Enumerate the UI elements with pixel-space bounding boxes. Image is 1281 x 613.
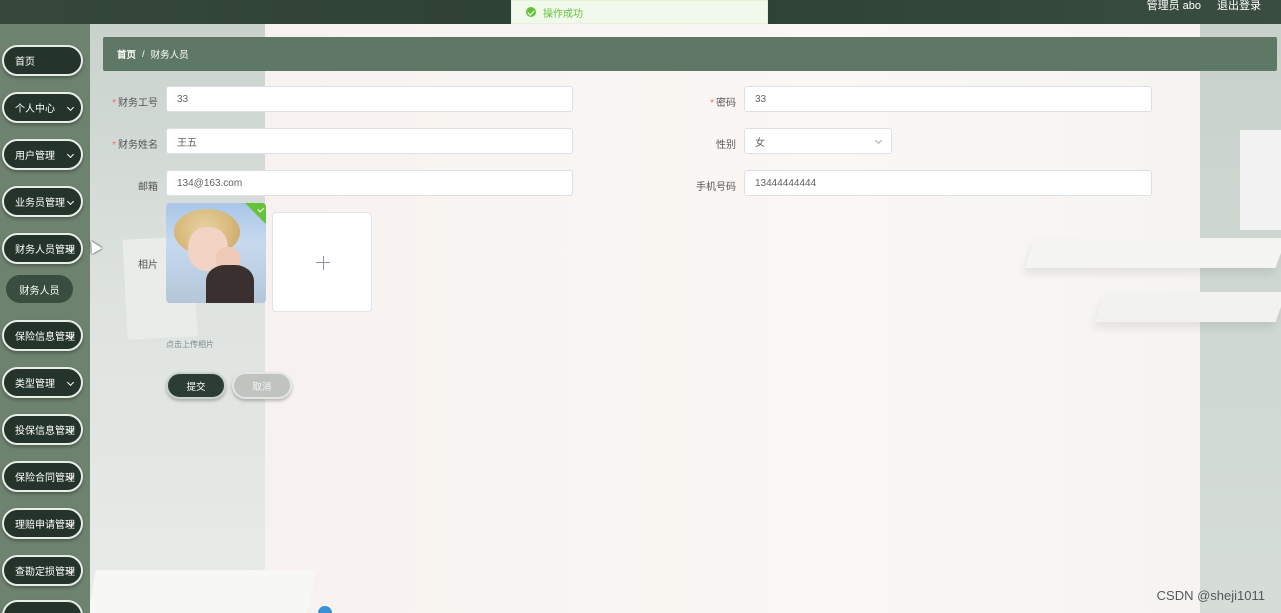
- name-label: * 财务姓名: [100, 136, 158, 151]
- required-mark: *: [112, 98, 116, 109]
- breadcrumb-home[interactable]: 首页: [117, 47, 136, 61]
- name-label-text: 财务姓名: [118, 140, 158, 151]
- sidebar-item-insurance-info[interactable]: 保险信息管理: [2, 320, 83, 351]
- sidebar-item-label: 业务员管理: [15, 198, 65, 209]
- submit-button[interactable]: 提交: [166, 372, 226, 399]
- emp-no-input[interactable]: 33: [166, 86, 573, 112]
- chevron-down-icon: [66, 103, 75, 112]
- upload-photo-button[interactable]: [272, 212, 372, 312]
- bg-paper: [1240, 130, 1281, 230]
- chevron-down-icon: [66, 197, 75, 206]
- phone-input[interactable]: 13444444444: [744, 170, 1152, 196]
- gender-select[interactable]: 女: [744, 128, 892, 154]
- email-label: 邮箱: [138, 182, 158, 193]
- admin-label: 管理员 abo: [1146, 0, 1201, 12]
- photo-thumbnail[interactable]: [166, 203, 266, 303]
- sidebar-item-finance-staff[interactable]: 财务人员管理: [2, 233, 83, 264]
- sidebar-item-claims[interactable]: 理赔申请管理: [2, 508, 83, 539]
- breadcrumb-separator: /: [142, 48, 145, 60]
- sidebar-item-home[interactable]: 首页: [2, 45, 83, 76]
- name-input[interactable]: 王五: [166, 128, 573, 154]
- sidebar-item-profile[interactable]: 个人中心: [2, 92, 83, 123]
- top-bar-right: 管理员 abo 退出登录: [1147, 0, 1261, 13]
- sidebar-item-label: 类型管理: [15, 379, 55, 390]
- sidebar-item-salesmen[interactable]: 业务员管理: [2, 186, 83, 217]
- upload-tip: 点击上传相片: [166, 340, 214, 349]
- sidebar-subitem-finance-staff[interactable]: 财务人员: [6, 275, 73, 303]
- photo-label: 相片: [138, 260, 158, 271]
- required-mark: *: [112, 140, 116, 151]
- watermark: CSDN @sheji1011: [1156, 588, 1265, 603]
- gender-value: 女: [755, 137, 765, 149]
- password-label: * 密码: [680, 94, 736, 109]
- plus-icon: [322, 256, 324, 270]
- breadcrumb: 首页 / 财务人员: [103, 37, 1277, 71]
- sidebar-item-label: 用户管理: [15, 151, 55, 162]
- emp-no-label: * 财务工号: [100, 94, 158, 109]
- chevron-down-icon: [874, 136, 883, 145]
- required-mark: *: [710, 98, 714, 109]
- success-check-icon: [526, 7, 536, 17]
- bg-shelf: [1024, 238, 1281, 268]
- sidebar-item-label: 首页: [15, 57, 35, 68]
- sidebar-item-users[interactable]: 用户管理: [2, 139, 83, 170]
- bg-wall-middle: [265, 24, 1200, 613]
- emp-no-label-text: 财务工号: [118, 98, 158, 109]
- sidebar-item-survey[interactable]: 查勘定损管理: [2, 555, 83, 586]
- bg-floor-block: [88, 570, 316, 613]
- sidebar-item-label: 个人中心: [15, 104, 55, 115]
- cancel-button[interactable]: 取消: [232, 372, 292, 399]
- breadcrumb-current: 财务人员: [150, 50, 189, 61]
- photo-hair: [206, 265, 254, 303]
- email-input[interactable]: 134@163.com: [166, 170, 573, 196]
- chevron-down-icon: [66, 378, 75, 387]
- phone-label: 手机号码: [696, 182, 736, 193]
- toast-message: 操作成功: [543, 8, 583, 20]
- bg-shelf: [1094, 292, 1281, 322]
- chevron-down-icon: [66, 150, 75, 159]
- logout-link[interactable]: 退出登录: [1217, 0, 1261, 13]
- gender-label: 性别: [716, 140, 736, 151]
- floating-dot: [318, 606, 332, 613]
- sidebar-item-contracts[interactable]: 保险合同管理: [2, 461, 83, 492]
- success-toast: 操作成功: [511, 0, 768, 24]
- sidebar-item-policy-info[interactable]: 投保信息管理: [2, 414, 83, 445]
- sidebar-item-partial[interactable]: [2, 600, 83, 613]
- password-label-text: 密码: [716, 98, 736, 109]
- sidebar: 首页 个人中心 用户管理 业务员管理 财务人员管理 财务人员 保险信息管理 类型…: [0, 24, 90, 613]
- password-input[interactable]: 33: [744, 86, 1152, 112]
- sidebar-item-types[interactable]: 类型管理: [2, 367, 83, 398]
